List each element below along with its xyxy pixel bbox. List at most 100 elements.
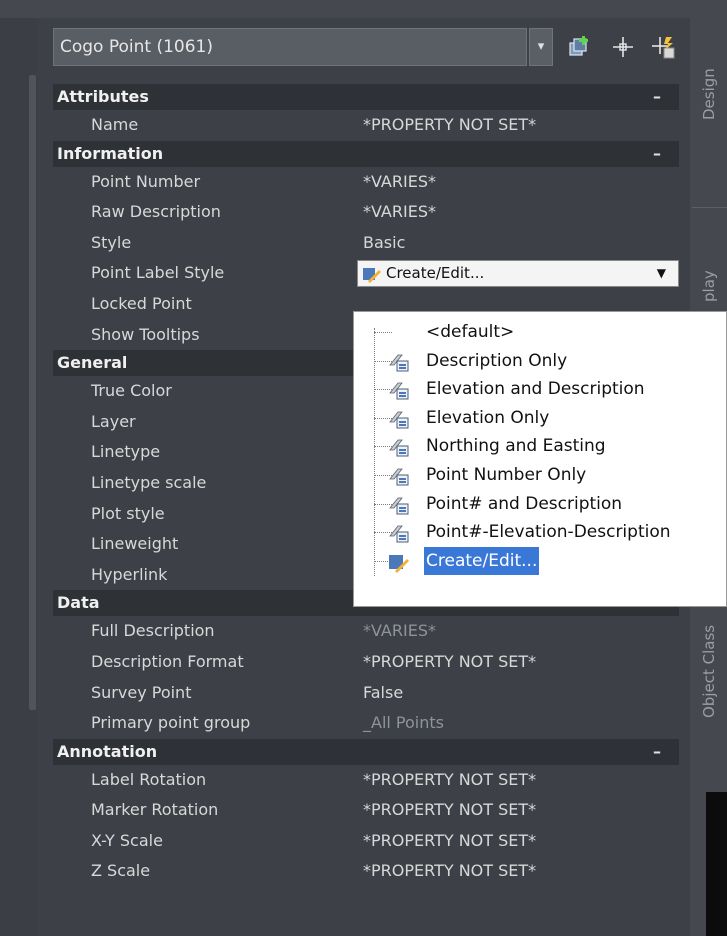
dropdown-option-label: <default>: [426, 322, 515, 342]
dropdown-option[interactable]: Point#-Elevation-Description: [354, 518, 726, 546]
object-type-selector[interactable]: Cogo Point (1061): [53, 28, 527, 66]
property-value[interactable]: *PROPERTY NOT SET*: [357, 856, 679, 887]
preview-area: [706, 792, 727, 936]
dropdown-option-label: Point Number Only: [426, 465, 587, 485]
tab-divider: [692, 207, 727, 208]
property-value[interactable]: *PROPERTY NOT SET*: [357, 110, 679, 141]
property-label: Point Number: [91, 171, 201, 191]
property-label: Full Description: [91, 621, 215, 641]
section-title: General: [57, 353, 128, 373]
property-label: Show Tooltips: [91, 324, 200, 344]
property-row[interactable]: X-Y Scale *PROPERTY NOT SET*: [53, 826, 679, 857]
property-label: Linetype: [91, 442, 161, 462]
property-row[interactable]: Point Label Style Create/Edit... ▼: [53, 258, 679, 289]
property-value[interactable]: *VARIES*: [357, 197, 679, 228]
dropdown-option-label: Description Only: [426, 350, 568, 371]
property-label: Layer: [91, 411, 136, 431]
label-style-icon: [388, 522, 410, 544]
property-row[interactable]: Point Number *VARIES*: [53, 167, 679, 198]
property-value[interactable]: *PROPERTY NOT SET*: [357, 826, 679, 857]
object-type-dropdown-button[interactable]: ▾: [529, 28, 553, 66]
section-header[interactable]: Attributes –: [53, 84, 679, 110]
dropdown-option-label: Point#-Elevation-Description: [426, 522, 671, 543]
dropdown-option[interactable]: Northing and Easting: [354, 432, 726, 460]
edit-style-icon: [388, 551, 410, 573]
dropdown-arrow-icon[interactable]: ▼: [657, 261, 666, 286]
label-style-icon: [388, 436, 410, 458]
property-row[interactable]: Primary point group _All Points: [53, 708, 679, 739]
label-style-dropdown-list[interactable]: <default> Description Only Elevation and D…: [353, 311, 727, 607]
add-icon[interactable]: [566, 34, 592, 60]
property-row[interactable]: Style Basic: [53, 228, 679, 259]
section-title: Attributes: [57, 87, 149, 106]
dropdown-option[interactable]: Description Only: [354, 347, 726, 375]
edit-style-icon: [363, 267, 381, 283]
property-label: X-Y Scale: [91, 830, 163, 850]
property-row[interactable]: Z Scale *PROPERTY NOT SET*: [53, 856, 679, 887]
property-row[interactable]: Full Description *VARIES*: [53, 616, 679, 647]
property-value[interactable]: False: [357, 678, 679, 709]
label-style-icon: [388, 494, 410, 516]
label-style-icon: [388, 351, 410, 373]
dropdown-option[interactable]: Elevation Only: [354, 404, 726, 432]
section-title: Data: [57, 593, 100, 613]
point-label-style-combo[interactable]: Create/Edit... ▼: [357, 260, 679, 288]
property-label: Description Format: [91, 651, 244, 671]
dropdown-option-label: Create/Edit...: [424, 546, 540, 575]
property-row[interactable]: Description Format *PROPERTY NOT SET*: [53, 647, 679, 678]
property-label: Locked Point: [91, 293, 192, 313]
property-label: Marker Rotation: [91, 800, 219, 820]
property-label: Lineweight: [91, 534, 179, 554]
property-label: Point Label Style: [91, 263, 225, 283]
section-header[interactable]: Information –: [53, 140, 679, 167]
property-row[interactable]: Raw Description *VARIES*: [53, 197, 679, 228]
label-style-icon: [388, 408, 410, 430]
property-label: Label Rotation: [91, 769, 207, 789]
dropdown-option[interactable]: Elevation and Description: [354, 375, 726, 403]
object-type-selector-label: Cogo Point (1061): [60, 37, 214, 57]
property-value[interactable]: *VARIES*: [357, 616, 679, 647]
label-style-icon: [388, 465, 410, 487]
property-label: True Color: [91, 381, 172, 401]
property-value[interactable]: _All Points: [357, 708, 679, 739]
property-value[interactable]: *VARIES*: [357, 167, 679, 198]
section-title: Information: [57, 143, 164, 163]
property-row[interactable]: Label Rotation *PROPERTY NOT SET*: [53, 765, 679, 796]
property-label: Raw Description: [91, 202, 221, 222]
section-header[interactable]: Annotation –: [53, 738, 679, 765]
property-value[interactable]: *PROPERTY NOT SET*: [357, 765, 679, 796]
property-row[interactable]: Marker Rotation *PROPERTY NOT SET*: [53, 795, 679, 826]
vertical-scrollbar[interactable]: [29, 75, 36, 710]
label-style-icon: [388, 379, 410, 401]
combo-value: Create/Edit...: [386, 264, 485, 283]
dropdown-option[interactable]: Point Number Only: [354, 461, 726, 489]
collapse-icon[interactable]: –: [653, 84, 661, 110]
property-label: Linetype scale: [91, 472, 207, 492]
property-row[interactable]: Name *PROPERTY NOT SET*: [53, 110, 679, 141]
property-label: Plot style: [91, 503, 165, 523]
dropdown-option[interactable]: <default>: [354, 318, 726, 346]
chevron-down-icon: ▾: [537, 39, 545, 54]
dropdown-option-label: Elevation Only: [426, 407, 550, 428]
pick-point-icon[interactable]: [610, 34, 636, 60]
dropdown-option-label: Elevation and Description: [426, 379, 645, 400]
property-value[interactable]: *PROPERTY NOT SET*: [357, 795, 679, 826]
collapse-icon[interactable]: –: [653, 141, 661, 167]
property-label: Name: [91, 115, 139, 134]
quick-select-icon[interactable]: [650, 34, 676, 60]
dropdown-option[interactable]: Point# and Description: [354, 490, 726, 518]
dropdown-option-label: Point# and Description: [426, 493, 623, 514]
property-value[interactable]: Basic: [357, 228, 679, 259]
window-top-strip: [0, 0, 727, 18]
property-label: Z Scale: [91, 861, 151, 881]
property-label: Hyperlink: [91, 564, 168, 584]
dropdown-option[interactable]: Create/Edit...: [354, 546, 726, 575]
property-label: Style: [91, 232, 132, 252]
collapse-icon[interactable]: –: [653, 739, 661, 765]
section-title: Annotation: [57, 741, 158, 761]
property-value[interactable]: *PROPERTY NOT SET*: [357, 647, 679, 678]
property-label: Primary point group: [91, 713, 251, 733]
property-label: Survey Point: [91, 682, 192, 702]
property-row[interactable]: Survey Point False: [53, 678, 679, 709]
dropdown-option-label: Northing and Easting: [426, 436, 606, 457]
